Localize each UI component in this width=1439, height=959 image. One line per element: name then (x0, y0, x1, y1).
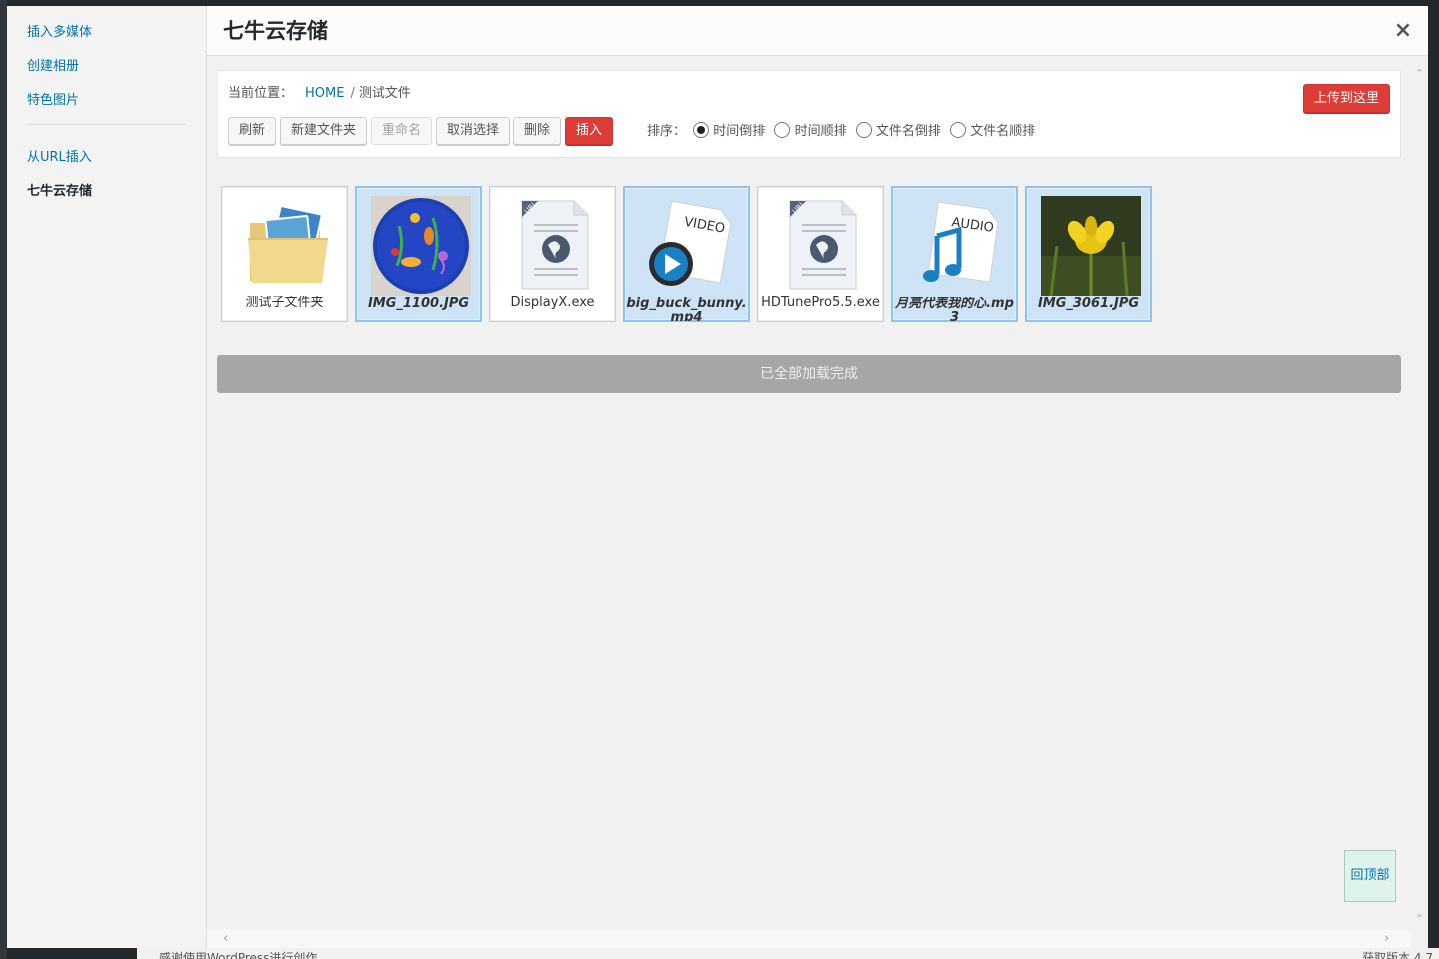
audio-file-icon: AUDIO (923, 201, 999, 283)
file-name: 测试子文件夹 (245, 296, 324, 310)
delete-button[interactable]: 删除 (513, 117, 562, 145)
file-name: IMG_1100.JPG (367, 297, 470, 311)
file-name: DisplayX.exe (510, 296, 595, 310)
insert-button[interactable]: 插入 (565, 117, 614, 145)
deselect-button[interactable]: 取消选择 (436, 117, 511, 145)
menu-insert-media[interactable]: 插入多媒体 (7, 22, 206, 56)
scroll-left-icon[interactable]: ‹ (223, 932, 228, 945)
location-label: 当前位置： (228, 86, 294, 101)
horizontal-scrollbar[interactable]: ‹ › (207, 930, 1411, 948)
admin-footer-version: 获取版本 4.7 (1362, 951, 1433, 959)
new-folder-button[interactable]: 新建文件夹 (280, 117, 368, 145)
url-file-icon: URL (521, 200, 589, 290)
menu-create-gallery[interactable]: 创建相册 (7, 56, 206, 90)
scroll-up-icon[interactable]: ⌃ (1414, 68, 1425, 79)
breadcrumb-home-link[interactable]: HOME (305, 86, 344, 101)
file-name: HDTunePro5.5.exe (761, 296, 880, 310)
admin-footer-text: 感谢使用WordPress进行创作。 (159, 951, 330, 959)
sort-radio-name-desc[interactable] (855, 122, 872, 138)
refresh-button[interactable]: 刷新 (228, 117, 277, 145)
file-tile-video[interactable]: VIDEO big_buck_bunny.mp4 (623, 186, 750, 322)
sort-option-label: 文件名倒排 (875, 124, 941, 139)
file-tile-image[interactable]: IMG_3061.JPG (1025, 186, 1152, 322)
admin-sidebar-backdrop (0, 0, 7, 959)
file-name: IMG_3061.JPG (1037, 297, 1140, 311)
breadcrumb-current: 测试文件 (358, 86, 411, 101)
video-file-icon: VIDEO (649, 200, 732, 286)
url-file-icon: URL (789, 200, 857, 290)
scroll-right-icon[interactable]: › (1384, 932, 1389, 945)
file-tile-url[interactable]: URL DisplayX.exe (489, 186, 616, 322)
folder-icon (248, 205, 328, 283)
menu-qiniu-storage[interactable]: 七牛云存储 (7, 181, 206, 215)
upload-here-button[interactable]: 上传到这里 (1302, 84, 1390, 113)
sort-options: 排序： 时间倒排 时间顺排 文件名倒排 文件名顺排 (647, 122, 1037, 141)
breadcrumb-separator: / (350, 86, 355, 101)
file-tile-url[interactable]: URL HDTunePro5.5.exe (757, 186, 884, 322)
frame-title-bar: 七牛云存储 × (207, 6, 1428, 56)
media-modal: 插入多媒体 创建相册 特色图片 从URL插入 七牛云存储 七牛云存储 × 当前位… (7, 6, 1428, 948)
sort-radio-time-asc[interactable] (774, 122, 791, 138)
image-thumbnail (371, 196, 471, 296)
image-thumbnail (1041, 196, 1141, 296)
admin-footer-backdrop: 感谢使用WordPress进行创作。 获取版本 4.7 (137, 948, 1439, 959)
scroll-down-icon[interactable]: ⌄ (1414, 908, 1425, 919)
content-area: 当前位置： HOME / 测试文件 上传到这里 刷新 新建文件夹 重命名 取消选择 删… (207, 56, 1428, 948)
file-name: 月亮代表我的心.mp3 (895, 297, 1014, 321)
file-name: big_buck_bunny.mp4 (626, 297, 747, 321)
sort-label: 排序： (647, 124, 687, 139)
sort-radio-name-asc[interactable] (950, 122, 967, 138)
page-title: 七牛云存储 (223, 19, 328, 43)
file-tile-audio[interactable]: AUDIO 月亮代表我的心.mp3 (891, 186, 1018, 322)
vertical-scrollbar[interactable]: ⌃ ⌄ (1411, 66, 1428, 928)
menu-separator (27, 124, 186, 125)
all-loaded-indicator: 已全部加载完成 (217, 355, 1401, 393)
sort-radio-time-desc[interactable] (693, 122, 710, 138)
close-icon[interactable]: × (1378, 6, 1428, 56)
menu-featured-image[interactable]: 特色图片 (7, 90, 206, 124)
file-tile-image[interactable]: IMG_1100.JPG (355, 186, 482, 322)
back-to-top-button[interactable]: 回顶部 (1344, 850, 1396, 902)
sort-option-label: 时间顺排 (794, 124, 847, 139)
sort-option-label: 文件名顺排 (970, 124, 1036, 139)
breadcrumb: 当前位置： HOME / 测试文件 (228, 85, 411, 103)
menu-insert-from-url[interactable]: 从URL插入 (7, 147, 206, 181)
toolbar: 当前位置： HOME / 测试文件 上传到这里 刷新 新建文件夹 重命名 取消选择 删… (217, 70, 1401, 158)
file-tile-folder[interactable]: 测试子文件夹 (221, 186, 348, 322)
rename-button[interactable]: 重命名 (371, 117, 433, 145)
sort-option-label: 时间倒排 (713, 124, 766, 139)
media-menu: 插入多媒体 创建相册 特色图片 从URL插入 七牛云存储 (7, 6, 207, 948)
